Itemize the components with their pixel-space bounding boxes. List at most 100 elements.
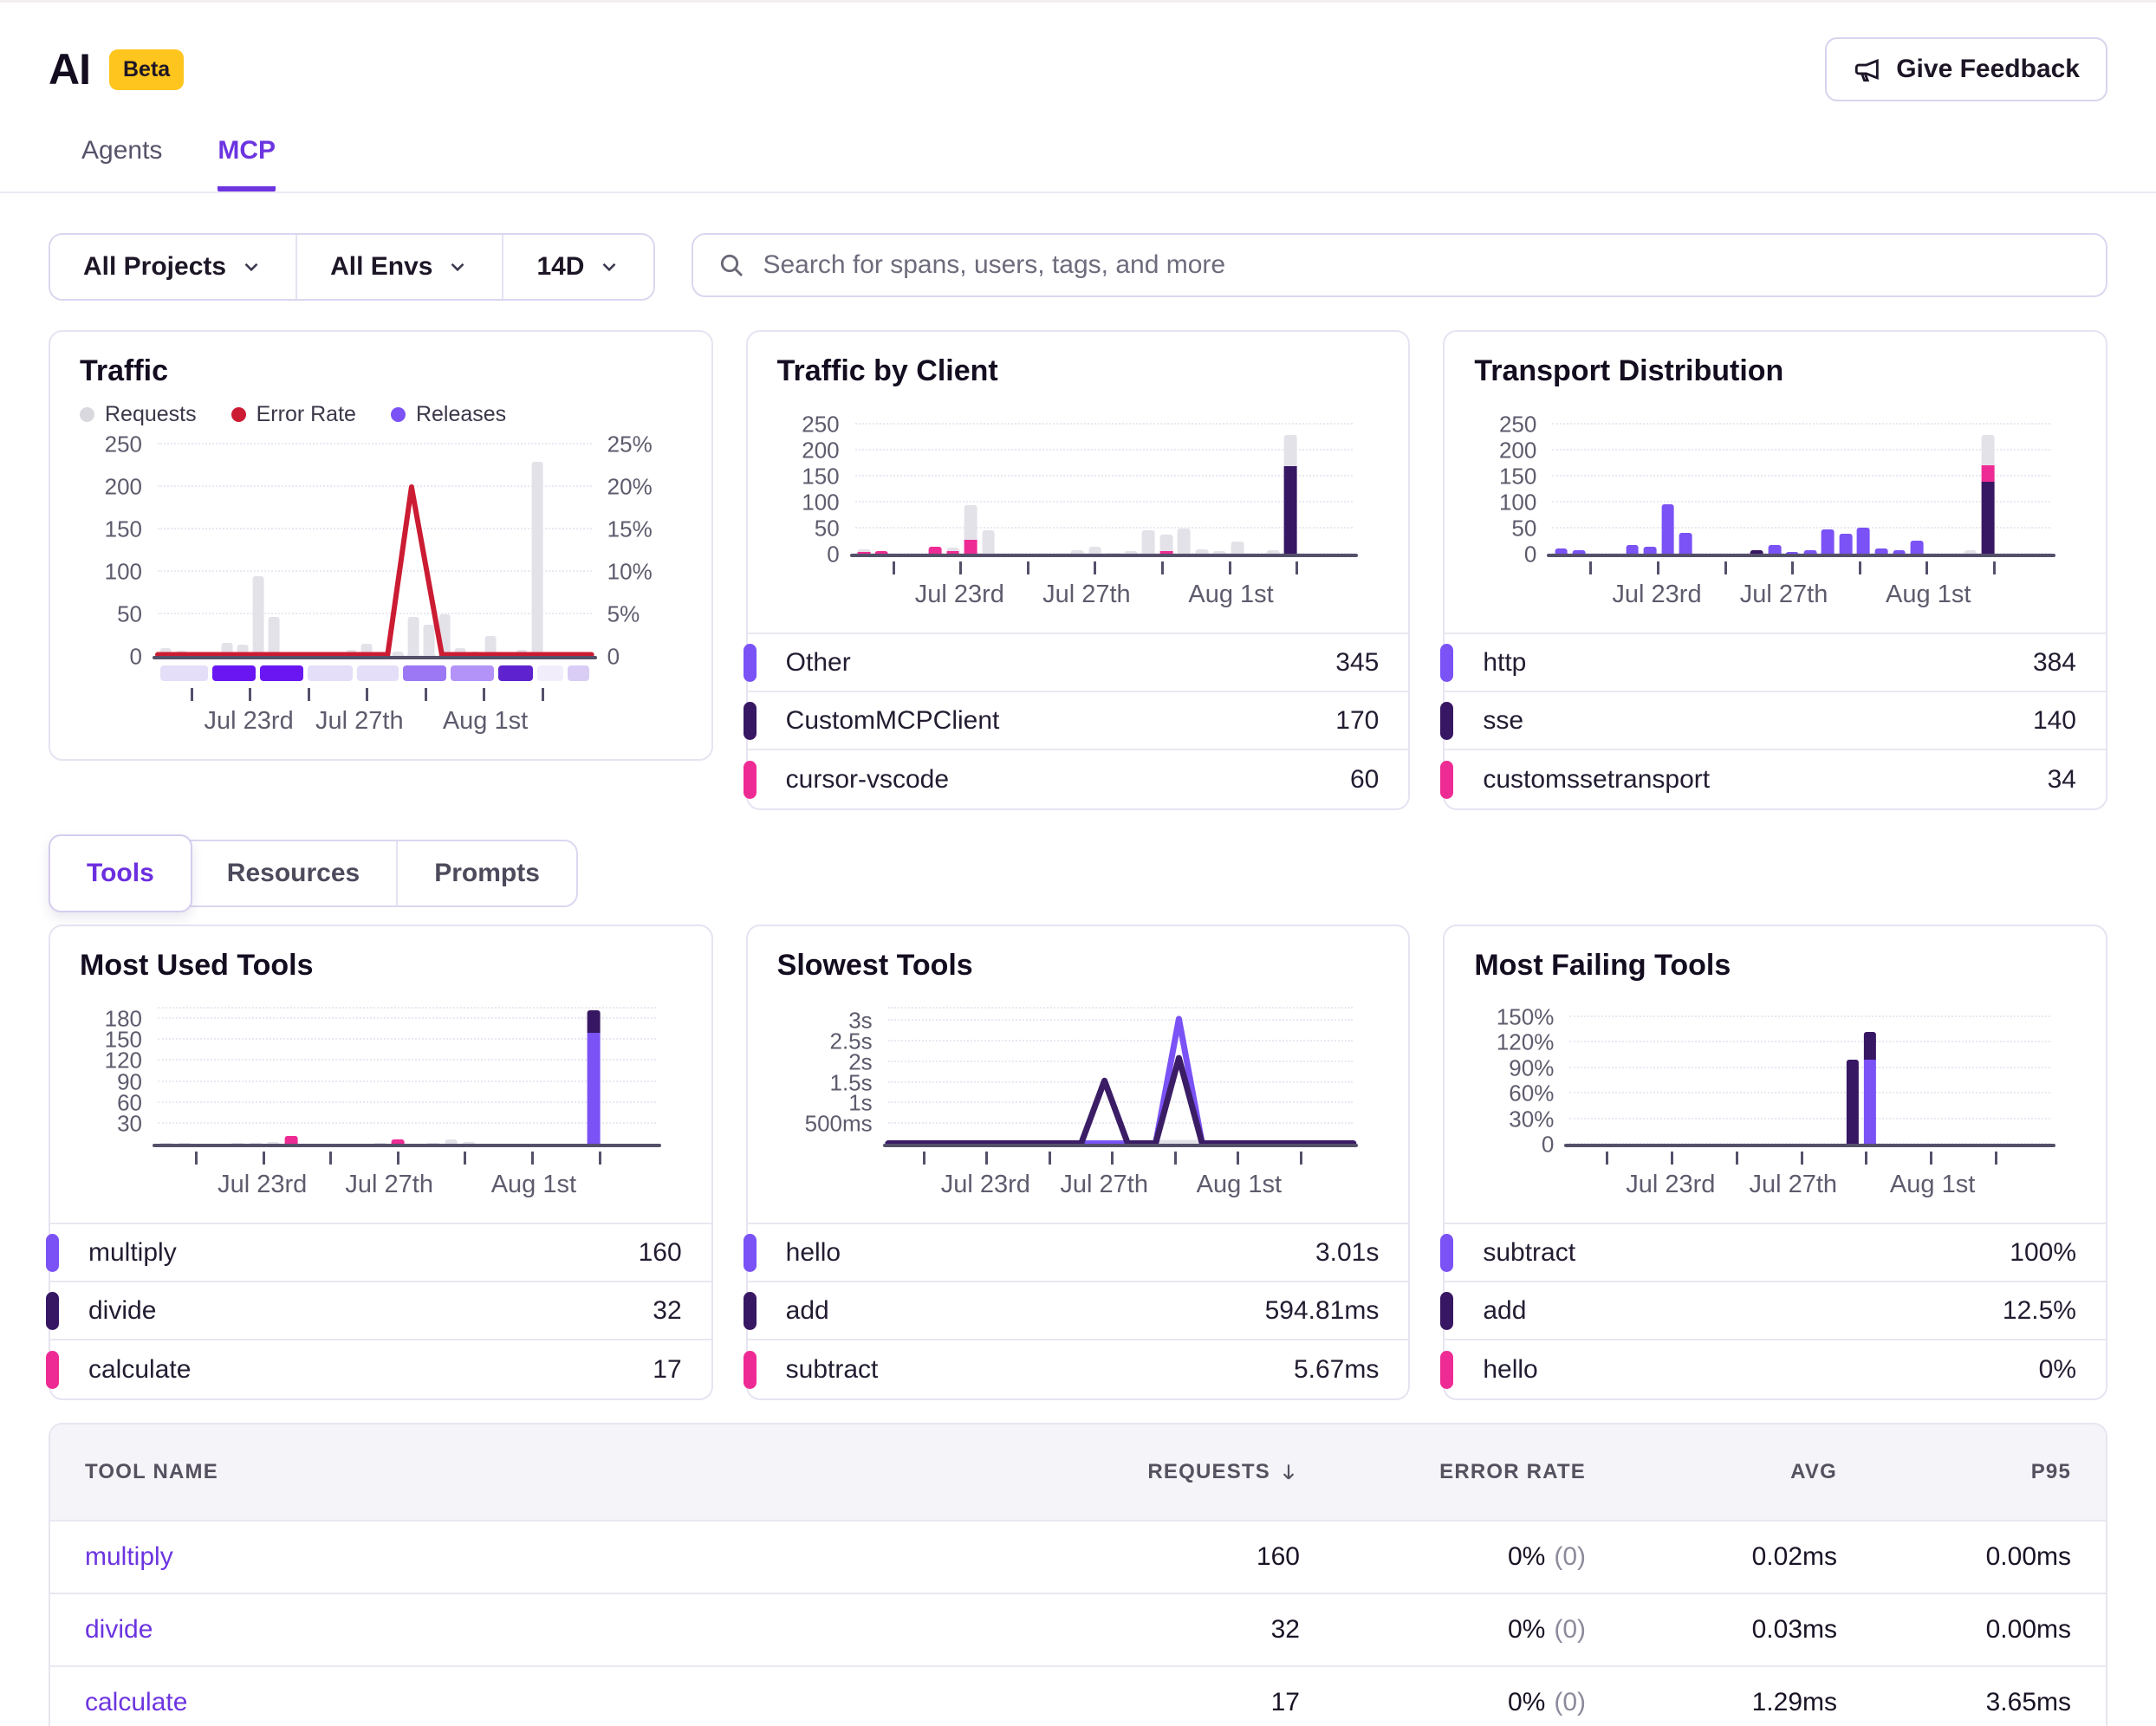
gridline [158,1080,656,1082]
series-swatch [1440,1292,1453,1330]
x-tick [1094,561,1096,574]
column-header-p95[interactable]: P95 [1872,1460,2106,1484]
list-item-label: divide [88,1296,156,1326]
tab-mcp[interactable]: MCP [218,136,276,191]
transport-list: http384sse140customssetransport34 [1445,633,2106,808]
column-header-label: Error Rate [1439,1460,1586,1484]
requests-dot [80,407,94,422]
envs-filter-label: All Envs [330,252,432,282]
most-used-list: multiply160divide32calculate17 [50,1223,711,1398]
bar [1822,529,1835,555]
x-tick [308,688,310,701]
gridline [158,1038,656,1040]
y-axis-label: 100 [105,559,142,586]
give-feedback-button[interactable]: Give Feedback [1825,37,2107,101]
gridline [888,1007,1354,1009]
projects-filter-button[interactable]: All Projects [50,235,297,299]
x-tick [923,1152,925,1165]
series-swatch [744,761,757,799]
gridline [158,1007,656,1009]
x-axis-label: Jul 23rd [1612,581,1701,609]
bar [964,505,977,555]
x-tick [542,688,544,701]
x-tick [1930,1152,1932,1165]
list-item-value: 17 [653,1355,681,1385]
most-used-card: Most Used Tools 180150120906030Jul 23rdJu… [49,925,713,1400]
search-input[interactable] [763,250,2081,280]
y-axis-label: 150 [1499,464,1536,490]
series-swatch [744,1234,757,1272]
list-item-value: 60 [1350,765,1379,795]
give-feedback-label: Give Feedback [1896,55,2080,84]
x-axis-label: Jul 27th [1042,581,1131,609]
legend-item: Requests [80,402,197,427]
section-tab-tools[interactable]: Tools [49,834,192,912]
x-tick [1161,561,1164,574]
release-segment [568,665,589,681]
bar [423,625,434,657]
list-item: http384 [1445,634,2106,692]
error-rate-cell: 0%(0) [1335,1615,1620,1645]
by-client-card: Traffic by Client250200150100500Jul 23rd… [746,330,1411,810]
bar [587,1010,600,1145]
bar [269,617,280,657]
y-axis-label: 500ms [805,1111,873,1138]
list-item: subtract5.67ms [748,1340,1409,1398]
column-header-requests[interactable]: Requests [1075,1460,1335,1484]
y-axis-right-label: 15% [607,516,653,543]
envs-filter-button[interactable]: All Envs [297,235,503,299]
y-axis-label: 150 [802,464,839,490]
failing-plot: 150%120%90%60%30%0Jul 23rdJul 27thAug 1s… [1569,1009,2050,1145]
gridline [1552,501,2050,503]
table-row[interactable]: calculate170%(0)1.29ms3.65ms [50,1665,2106,1726]
tool-name-link[interactable]: divide [85,1615,153,1645]
most-used-title: Most Used Tools [80,949,682,983]
x-tick [464,1152,466,1165]
requests-cell: 17 [1075,1688,1335,1717]
traffic-line-series [158,444,592,657]
column-header-error-rate[interactable]: Error Rate [1335,1460,1620,1484]
y-axis-label: 250 [802,412,839,438]
daterange-filter-button[interactable]: 14D [503,235,653,299]
list-item-value: 170 [1335,706,1379,736]
megaphone-icon [1853,55,1882,84]
column-header-tool-name[interactable]: Tool Name [50,1460,1075,1484]
table-row[interactable]: multiply1600%(0)0.02ms0.00ms [50,1520,2106,1593]
column-header-label: Avg [1790,1460,1837,1484]
error-count-value: (0) [1554,1542,1586,1572]
gridline [158,1059,656,1061]
list-item: calculate17 [50,1340,711,1398]
tool-name-link[interactable]: calculate [85,1688,187,1717]
tab-agents[interactable]: Agents [81,136,162,191]
traffic-legend: RequestsError RateReleases [80,402,682,427]
main-content: TrafficRequestsError RateReleases2502001… [0,330,2156,1726]
filter-bar: All Projects All Envs 14D [49,233,655,301]
section-tab-prompts[interactable]: Prompts [398,841,576,905]
release-segment [451,665,494,681]
card-body: Transport Distribution250200150100500Jul… [1445,332,2106,633]
legend-item: Releases [391,402,506,427]
x-axis-label: Aug 1st [1197,1171,1282,1199]
y-axis-label: 200 [105,474,142,501]
list-item-value: 0% [2039,1355,2076,1385]
column-header-avg[interactable]: Avg [1620,1460,1872,1484]
transport-plot: 250200150100500Jul 23rdJul 27thAug 1st [1552,425,2050,555]
y-axis-label: 120% [1497,1029,1555,1056]
bar [1982,435,1995,555]
beta-badge: Beta [109,49,184,90]
release-segment [308,665,354,681]
gridline [888,1101,1354,1103]
requests-cell: 160 [1075,1542,1335,1572]
most-used-plot: 180150120906030Jul 23rdJul 27thAug 1st [158,1009,656,1145]
section-tab-resources[interactable]: Resources [191,841,398,905]
tool-name-link[interactable]: multiply [85,1542,173,1572]
p95-cell: 0.00ms [1872,1615,2106,1645]
series-swatch [46,1351,59,1389]
p95-cell: 0.00ms [1872,1542,2106,1572]
search-bar [692,233,2107,297]
bar [1661,504,1674,555]
bar [1159,535,1172,555]
bar [438,614,450,657]
legend-label: Releases [416,402,506,427]
table-row[interactable]: divide320%(0)0.03ms0.00ms [50,1593,2106,1665]
